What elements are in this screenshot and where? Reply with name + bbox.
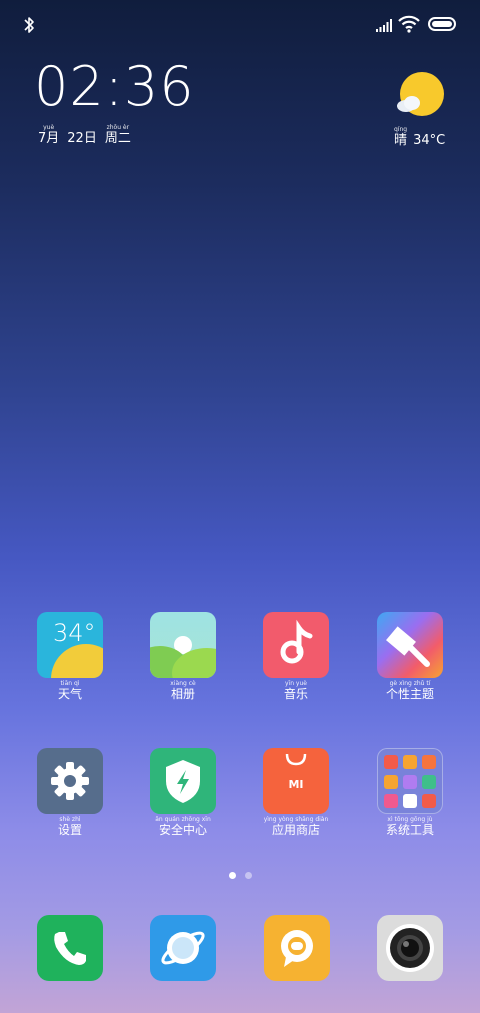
app-label: 天气 — [57, 687, 82, 701]
app-label: 系统工具 — [385, 823, 434, 837]
weather-tile-temp: 34° — [53, 619, 96, 647]
paintbrush-icon — [377, 612, 443, 678]
folder-mini-icon — [403, 774, 417, 789]
weather-condition: 晴 — [394, 133, 408, 148]
browser-app[interactable] — [150, 915, 216, 981]
clock-date[interactable]: yuè 7月 22日 zhōu èr 周二 — [38, 124, 131, 146]
signal-bars-icon — [376, 19, 392, 32]
planet-icon — [161, 931, 205, 965]
page-dot-1[interactable] — [228, 872, 236, 879]
shield-icon — [150, 748, 216, 814]
weather-temperature: 34°C — [413, 133, 446, 148]
app-label: 音乐 — [283, 687, 308, 701]
weather-summary[interactable]: qíng 晴 34°C — [394, 126, 445, 148]
clock-time[interactable]: 02:36 — [34, 60, 195, 114]
app-label: 设置 — [57, 823, 82, 837]
app-weather[interactable]: 34° tiān qì 天气 — [25, 612, 115, 701]
app-label: 应用商店 — [271, 823, 320, 837]
app-security[interactable]: ān quán zhōng xīn 安全中心 — [138, 748, 228, 837]
folder-mini-icon — [422, 794, 436, 809]
app-store[interactable]: MI yìng yòng shāng diàn 应用商店 — [251, 748, 341, 837]
weather-app-icon: 34° — [37, 612, 103, 678]
battery-icon — [428, 17, 456, 31]
page-indicator[interactable] — [0, 872, 480, 879]
folder-mini-icon — [403, 755, 417, 769]
phone-icon — [54, 932, 86, 965]
app-music[interactable]: yīn yuè 音乐 — [251, 612, 341, 701]
app-label: 相册 — [170, 687, 195, 701]
folder-mini-icon — [422, 755, 436, 769]
app-gallery[interactable]: xiàng cè 相册 — [138, 612, 228, 701]
gear-icon — [37, 748, 103, 814]
camera-lens-icon — [386, 924, 434, 972]
folder-mini-icon — [384, 774, 398, 789]
folder-icon — [377, 748, 443, 814]
wifi-icon — [398, 15, 420, 33]
app-label: 个性主题 — [385, 687, 434, 701]
folder-mini-icon — [403, 794, 417, 809]
mi-logo: MI — [288, 778, 304, 791]
folder-mini-icon — [384, 794, 398, 809]
messages-app[interactable] — [264, 915, 330, 981]
camera-app[interactable] — [377, 915, 443, 981]
music-icon — [263, 612, 329, 678]
folder-mini-icon — [384, 755, 398, 769]
page-dot-2[interactable] — [244, 872, 252, 879]
folder-system-tools[interactable]: xì tǒng gōng jù 系统工具 — [365, 748, 455, 837]
gallery-icon — [150, 612, 216, 678]
phone-app[interactable] — [37, 915, 103, 981]
chat-bubble-icon — [281, 930, 313, 967]
shopping-bag-icon: MI — [263, 748, 329, 814]
folder-mini-icon — [422, 774, 436, 789]
app-settings[interactable]: shè zhì 设置 — [25, 748, 115, 837]
status-bar — [0, 0, 480, 50]
app-themes[interactable]: gè xìng zhǔ tí 个性主题 — [365, 612, 455, 701]
sunny-partly-cloudy-icon[interactable] — [394, 70, 446, 122]
bluetooth-icon — [24, 17, 34, 33]
app-label: 安全中心 — [158, 823, 207, 837]
